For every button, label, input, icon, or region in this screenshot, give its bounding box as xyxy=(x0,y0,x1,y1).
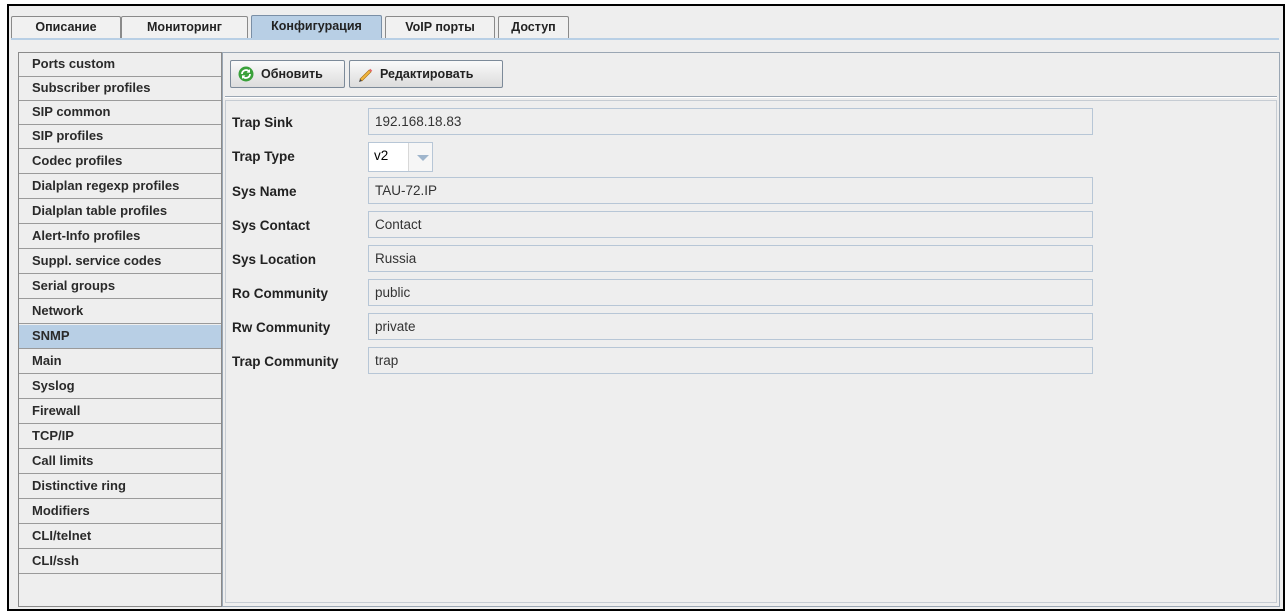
sidebar-item-ports-custom[interactable]: Ports custom xyxy=(19,53,221,77)
sidebar-item-modifiers[interactable]: Modifiers xyxy=(19,500,221,524)
sys-contact-label: Sys Contact xyxy=(232,218,311,233)
trap-community-label: Trap Community xyxy=(232,354,339,369)
config-sidebar: Ports custom Subscriber profiles SIP com… xyxy=(18,52,222,607)
tab-description[interactable]: Описание xyxy=(11,16,121,38)
tab-access[interactable]: Доступ xyxy=(498,16,569,38)
sidebar-item-alert-info-profiles[interactable]: Alert-Info profiles xyxy=(19,225,221,249)
sidebar-item-call-limits[interactable]: Call limits xyxy=(19,450,221,474)
tab-underline xyxy=(11,38,1279,40)
sidebar-item-dialplan-regexp-profiles[interactable]: Dialplan regexp profiles xyxy=(19,175,221,199)
sidebar-item-main[interactable]: Main xyxy=(19,350,221,374)
sidebar-item-codec-profiles[interactable]: Codec profiles xyxy=(19,150,221,174)
sidebar-item-cli-telnet[interactable]: CLI/telnet xyxy=(19,525,221,549)
refresh-button-label: Обновить xyxy=(261,67,323,81)
sidebar-item-sip-profiles[interactable]: SIP profiles xyxy=(19,125,221,149)
sidebar-item-network[interactable]: Network xyxy=(19,300,221,324)
sidebar-item-distinctive-ring[interactable]: Distinctive ring xyxy=(19,475,221,499)
sidebar-item-syslog[interactable]: Syslog xyxy=(19,375,221,399)
sys-location-label: Sys Location xyxy=(232,252,317,267)
sidebar-item-cli-ssh[interactable]: CLI/ssh xyxy=(19,550,221,574)
ro-community-field[interactable]: public xyxy=(368,279,1093,306)
trap-type-select[interactable]: v2 xyxy=(368,142,433,172)
sidebar-item-subscriber-profiles[interactable]: Subscriber profiles xyxy=(19,77,221,101)
sidebar-item-suppl-service-codes[interactable]: Suppl. service codes xyxy=(19,250,221,274)
chevron-down-icon[interactable] xyxy=(417,155,429,161)
sidebar-item-serial-groups[interactable]: Serial groups xyxy=(19,275,221,299)
trap-type-label: Trap Type xyxy=(232,149,295,164)
sidebar-item-dialplan-table-profiles[interactable]: Dialplan table profiles xyxy=(19,200,221,224)
pencil-icon xyxy=(359,68,373,82)
sidebar-item-snmp[interactable]: SNMP xyxy=(19,325,221,349)
toolbar-divider xyxy=(225,96,1277,98)
rw-community-field[interactable]: private xyxy=(368,313,1093,340)
edit-button-label: Редактировать xyxy=(380,67,474,81)
trap-community-field[interactable]: trap xyxy=(368,347,1093,374)
refresh-icon xyxy=(238,66,254,82)
rw-community-label: Rw Community xyxy=(232,320,331,335)
tab-configuration[interactable]: Конфигурация xyxy=(251,15,382,39)
sys-contact-field[interactable]: Contact xyxy=(368,211,1093,238)
sidebar-item-firewall[interactable]: Firewall xyxy=(19,400,221,424)
sidebar-item-sip-common[interactable]: SIP common xyxy=(19,101,221,125)
tab-monitoring[interactable]: Мониторинг xyxy=(121,16,248,38)
ro-community-label: Ro Community xyxy=(232,286,328,301)
edit-button[interactable]: Редактировать xyxy=(349,60,503,88)
trap-sink-label: Trap Sink xyxy=(232,115,293,130)
tab-voip-ports[interactable]: VoIP порты xyxy=(385,16,495,38)
sys-location-field[interactable]: Russia xyxy=(368,245,1093,272)
trap-type-value: v2 xyxy=(369,143,409,171)
refresh-button[interactable]: Обновить xyxy=(230,60,345,88)
trap-sink-field[interactable]: 192.168.18.83 xyxy=(368,108,1093,135)
sys-name-field[interactable]: TAU-72.IP xyxy=(368,177,1093,204)
sidebar-item-tcp-ip[interactable]: TCP/IP xyxy=(19,425,221,449)
sys-name-label: Sys Name xyxy=(232,184,297,199)
